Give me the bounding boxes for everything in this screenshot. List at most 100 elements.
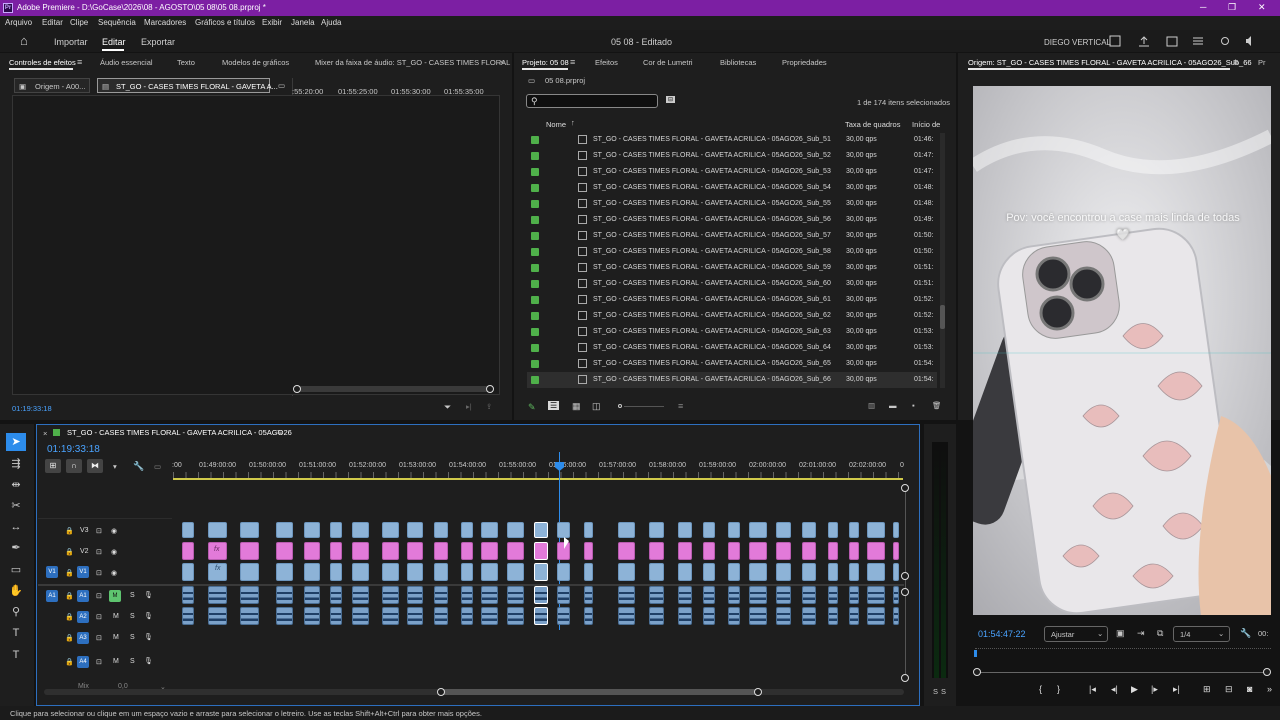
video-clip[interactable]	[434, 522, 448, 538]
lock-icon[interactable]: 🔒	[65, 613, 74, 621]
label-color-swatch[interactable]	[531, 232, 539, 240]
audio-clip[interactable]	[893, 586, 899, 604]
label-color-swatch[interactable]	[531, 200, 539, 208]
audio-clip[interactable]	[802, 607, 816, 625]
video-clip[interactable]	[649, 563, 664, 581]
audio-clip[interactable]	[776, 607, 791, 625]
track-label-a3[interactable]: A3	[77, 632, 89, 644]
video-clip[interactable]	[208, 522, 227, 538]
solo-right-button[interactable]: S	[941, 687, 946, 696]
mute-button-a2[interactable]: M	[113, 613, 119, 620]
video-clip[interactable]	[649, 522, 664, 538]
menu-marcadores[interactable]: Marcadores	[144, 18, 186, 27]
video-clip[interactable]	[507, 522, 524, 538]
audio-clip[interactable]	[802, 586, 816, 604]
graphics-clip[interactable]	[678, 542, 692, 560]
label-color-swatch[interactable]	[531, 264, 539, 272]
scroll-handle-right[interactable]	[486, 385, 494, 393]
sync-icon[interactable]: ⊡	[96, 592, 102, 600]
video-clip[interactable]	[728, 522, 740, 538]
lock-icon[interactable]: 🔒	[65, 569, 74, 577]
selection-tool-icon[interactable]: ➤	[6, 433, 26, 451]
workspace-name[interactable]: DIEGO VERTICAL	[1044, 38, 1111, 47]
slip-tool-icon[interactable]: ↔	[6, 518, 26, 536]
panel-menu-icon[interactable]: ≡	[77, 57, 82, 67]
audio-clip[interactable]	[776, 586, 791, 604]
freeform-view-icon[interactable]: ◫	[592, 401, 601, 412]
zoom-slider-handle[interactable]	[618, 404, 622, 408]
video-clip[interactable]	[461, 522, 473, 538]
graphics-clip[interactable]	[802, 542, 816, 560]
tab-text[interactable]: Texto	[177, 58, 195, 67]
video-clip[interactable]	[893, 563, 899, 581]
audio-clip[interactable]	[618, 607, 635, 625]
lock-icon[interactable]: 🔒	[65, 527, 74, 535]
sync-icon[interactable]: ⊡	[96, 569, 102, 577]
graphics-clip[interactable]	[776, 542, 791, 560]
graphics-clip[interactable]	[618, 542, 635, 560]
project-item-row[interactable]: ST_GO - CASES TIMES FLORAL - GAVETA ACRI…	[527, 164, 937, 180]
graphics-clip[interactable]	[828, 542, 838, 560]
effects-timecode[interactable]: 01:19:33:18	[12, 404, 52, 413]
sequence-tab[interactable]: ST_GO - CASES TIMES FLORAL - GAVETA ACRI…	[67, 428, 292, 437]
graphics-clip[interactable]	[893, 542, 899, 560]
video-clip[interactable]	[182, 522, 194, 538]
video-clip[interactable]	[352, 522, 369, 538]
video-clip[interactable]	[240, 563, 259, 581]
tab-project[interactable]: Projeto: 05 08	[522, 58, 569, 67]
column-name[interactable]: Nome	[546, 120, 566, 129]
video-clip[interactable]	[407, 522, 423, 538]
graphics-clip[interactable]	[352, 542, 369, 560]
microphone-icon[interactable]: 🎙	[144, 591, 153, 599]
microphone-icon[interactable]: 🎙	[144, 633, 153, 641]
go-to-out-icon[interactable]: ▸|	[1173, 684, 1180, 695]
timeline-timecode[interactable]: 01:19:33:18	[47, 444, 100, 455]
play-icon[interactable]: ▶	[1131, 684, 1138, 695]
settings-icon[interactable]: ⇥	[1137, 628, 1145, 639]
graphics-clip[interactable]	[649, 542, 664, 560]
label-color-swatch[interactable]	[531, 168, 539, 176]
safe-margins-icon[interactable]: ▣	[1116, 628, 1125, 639]
label-color-swatch[interactable]	[531, 312, 539, 320]
close-icon[interactable]: ✕	[1258, 2, 1266, 13]
project-item-row[interactable]: ST_GO - CASES TIMES FLORAL - GAVETA ACRI…	[527, 180, 937, 196]
hand-tool-icon[interactable]: ✋	[6, 582, 26, 600]
audio-clip[interactable]	[703, 586, 715, 604]
zoom-tool-icon[interactable]: ⚲	[6, 603, 26, 621]
project-item-row[interactable]: ST_GO - CASES TIMES FLORAL - GAVETA ACRI…	[527, 372, 937, 388]
tab-libraries[interactable]: Bibliotecas	[720, 58, 756, 67]
video-clip[interactable]	[240, 522, 259, 538]
graphics-clip[interactable]	[330, 542, 342, 560]
mark-in-icon[interactable]: {	[1039, 684, 1042, 694]
label-color-swatch[interactable]	[531, 248, 539, 256]
track-select-tool-icon[interactable]: ⇶	[6, 455, 26, 473]
video-clip[interactable]	[461, 563, 473, 581]
menu-sequencia[interactable]: Sequência	[98, 18, 136, 27]
video-clip[interactable]	[849, 563, 859, 581]
audio-clip[interactable]	[507, 586, 524, 604]
audio-clip[interactable]	[749, 607, 767, 625]
graphics-clip[interactable]	[728, 542, 740, 560]
ripple-edit-tool-icon[interactable]: ⇹	[6, 476, 26, 494]
fit-select[interactable]: Ajustar ⌄	[1044, 626, 1108, 642]
audio-clip[interactable]	[649, 607, 664, 625]
panel-menu-icon[interactable]: ≡	[1233, 57, 1238, 67]
audio-clip[interactable]	[304, 607, 320, 625]
microphone-icon[interactable]: 🎙	[144, 612, 153, 620]
sync-icon[interactable]: ⊡	[96, 548, 102, 556]
source-playhead[interactable]	[974, 650, 977, 657]
graphics-clip[interactable]	[240, 542, 259, 560]
icon-view-icon[interactable]: ▦	[572, 401, 581, 412]
video-clip[interactable]	[557, 563, 570, 581]
rectangle-tool-icon[interactable]: ▭	[6, 561, 26, 579]
column-framerate[interactable]: Taxa de quadros	[845, 120, 900, 129]
track-label-a1[interactable]: A1	[77, 590, 89, 602]
timeline-settings-icon[interactable]: 🔧	[133, 461, 144, 472]
more-controls-icon[interactable]: »	[1267, 684, 1272, 694]
audio-clip[interactable]	[304, 586, 320, 604]
menu-janela[interactable]: Janela	[291, 18, 315, 27]
audio-clip[interactable]	[240, 607, 259, 625]
more-panels-icon[interactable]: »	[500, 57, 504, 66]
lock-icon[interactable]: 🔒	[65, 548, 74, 556]
audio-clip[interactable]	[534, 586, 548, 604]
